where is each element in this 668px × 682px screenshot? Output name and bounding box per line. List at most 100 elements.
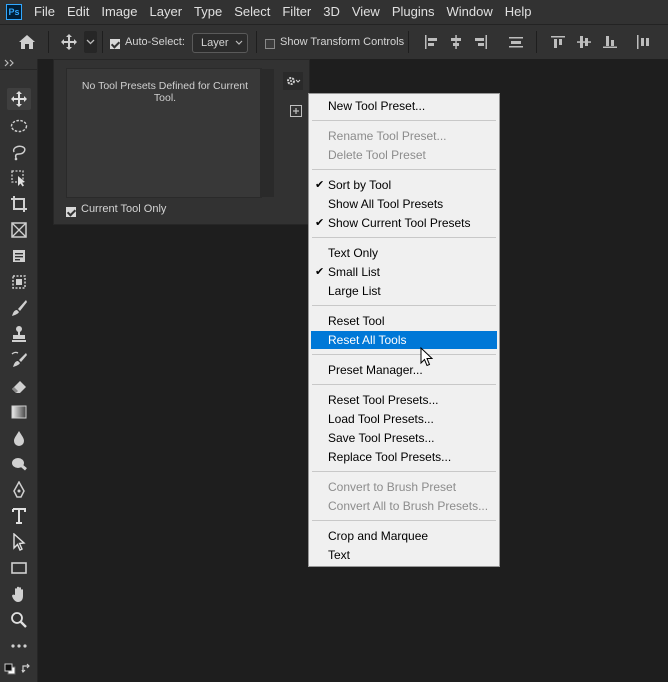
default-colors-icon[interactable] — [4, 663, 16, 678]
menu-small-list[interactable]: ✔ Small List — [311, 263, 497, 281]
tool-preset-picker[interactable] — [84, 31, 97, 53]
brush-icon[interactable] — [7, 297, 31, 319]
menu-item-label: Delete Tool Preset — [328, 148, 426, 162]
menu-help[interactable]: Help — [499, 0, 538, 24]
healing-brush-icon[interactable] — [7, 271, 31, 293]
menu-show-all-tool-presets[interactable]: Show All Tool Presets — [311, 195, 497, 213]
chevron-down-icon — [235, 40, 243, 45]
checkmark-icon: ✔ — [315, 179, 325, 191]
menu-preset-manager[interactable]: Preset Manager... — [311, 361, 497, 379]
frame-icon[interactable] — [7, 219, 31, 241]
move-tool-icon[interactable] — [7, 88, 31, 110]
path-selection-icon[interactable] — [7, 531, 31, 553]
align-center-lines-icon[interactable] — [508, 35, 524, 52]
menu-item-label: Large List — [328, 284, 381, 298]
menu-item-label: Text — [328, 548, 351, 562]
menu-item-label: Small List — [328, 265, 381, 279]
eyedropper-icon[interactable] — [7, 245, 31, 267]
menu-edit[interactable]: Edit — [61, 0, 95, 24]
preset-list-scrollbar[interactable] — [260, 69, 274, 197]
menu-type[interactable]: Type — [188, 0, 228, 24]
align-vertical-center-icon[interactable] — [577, 35, 591, 52]
lasso-icon[interactable] — [7, 141, 31, 163]
checkmark-icon: ✔ — [315, 217, 325, 229]
clone-stamp-icon[interactable] — [7, 323, 31, 345]
menu-view[interactable]: View — [346, 0, 386, 24]
menu-plugins[interactable]: Plugins — [386, 0, 441, 24]
menu-item-label: Rename Tool Preset... — [328, 129, 447, 143]
menu-new-tool-preset[interactable]: New Tool Preset... — [311, 97, 497, 115]
menu-item-label: Save Tool Presets... — [328, 431, 435, 445]
menu-file[interactable]: File — [28, 0, 61, 24]
show-transform-controls-label: Show Transform Controls — [280, 36, 405, 48]
gear-icon — [287, 77, 301, 85]
menu-reset-tool[interactable]: Reset Tool — [311, 312, 497, 330]
menu-item-label: Reset Tool — [328, 314, 385, 328]
menu-item-label: Replace Tool Presets... — [328, 450, 452, 464]
menu-bar: Ps File Edit Image Layer Type Select Fil… — [0, 0, 668, 24]
menu-reset-tool-presets[interactable]: Reset Tool Presets... — [311, 391, 497, 409]
auto-select-checkbox[interactable] — [110, 38, 120, 49]
type-icon[interactable] — [7, 505, 31, 527]
menu-reset-all-tools[interactable]: Reset All Tools — [311, 331, 497, 349]
menu-layer[interactable]: Layer — [144, 0, 189, 24]
menu-item-label: Reset All Tools — [328, 333, 407, 347]
menu-select[interactable]: Select — [228, 0, 276, 24]
zoom-icon[interactable] — [7, 609, 31, 631]
menu-large-list[interactable]: Large List — [311, 282, 497, 300]
align-left-icon[interactable] — [424, 35, 438, 52]
preset-list[interactable]: No Tool Presets Defined for Current Tool… — [66, 68, 262, 198]
show-transform-controls-checkbox[interactable] — [265, 38, 275, 49]
menu-text[interactable]: Text — [311, 546, 497, 564]
auto-select-target-dropdown[interactable]: Layer — [192, 33, 248, 53]
distribute-icon[interactable] — [637, 35, 651, 52]
crop-icon[interactable] — [7, 193, 31, 215]
tools-panel — [0, 59, 38, 682]
chevron-down-icon — [86, 39, 95, 45]
menu-item-label: Load Tool Presets... — [328, 412, 434, 426]
menu-item-label: Sort by Tool — [328, 178, 392, 192]
menu-item-label: Show Current Tool Presets — [328, 216, 471, 230]
swap-colors-icon[interactable] — [21, 663, 33, 678]
menu-replace-tool-presets[interactable]: Replace Tool Presets... — [311, 448, 497, 466]
menu-sort-by-tool[interactable]: ✔ Sort by Tool — [311, 176, 497, 194]
history-brush-icon[interactable] — [7, 349, 31, 371]
menu-3d[interactable]: 3D — [317, 0, 346, 24]
menu-image[interactable]: Image — [95, 0, 143, 24]
menu-crop-and-marquee[interactable]: Crop and Marquee — [311, 527, 497, 545]
menu-show-current-tool-presets[interactable]: ✔ Show Current Tool Presets — [311, 214, 497, 232]
home-icon[interactable] — [18, 34, 36, 53]
menu-window[interactable]: Window — [440, 0, 498, 24]
tool-presets-panel: No Tool Presets Defined for Current Tool… — [53, 59, 310, 225]
auto-select-target-value: Layer — [201, 37, 229, 49]
panel-menu-button[interactable] — [283, 72, 303, 90]
menu-filter[interactable]: Filter — [276, 0, 317, 24]
menu-save-tool-presets[interactable]: Save Tool Presets... — [311, 429, 497, 447]
eraser-icon[interactable] — [7, 375, 31, 397]
new-preset-icon[interactable] — [290, 105, 302, 120]
mouse-cursor-icon — [420, 346, 434, 370]
dodge-icon[interactable] — [7, 453, 31, 475]
move-tool-icon[interactable] — [60, 33, 78, 54]
photoshop-logo[interactable]: Ps — [6, 4, 22, 20]
pen-icon[interactable] — [7, 479, 31, 501]
elliptical-marquee-icon[interactable] — [7, 115, 31, 137]
empty-presets-message: No Tool Presets Defined for Current Tool… — [81, 80, 249, 104]
object-selection-icon[interactable] — [7, 167, 31, 189]
align-bottom-icon[interactable] — [603, 35, 617, 52]
current-tool-only-checkbox[interactable] — [66, 206, 76, 217]
more-tools-icon[interactable] — [7, 635, 31, 657]
align-top-icon[interactable] — [551, 35, 565, 52]
rectangle-icon[interactable] — [7, 557, 31, 579]
gradient-icon[interactable] — [7, 401, 31, 423]
menu-item-label: Convert All to Brush Presets... — [328, 499, 489, 513]
menu-item-label: New Tool Preset... — [328, 99, 426, 113]
align-right-icon[interactable] — [474, 35, 488, 52]
blur-drop-icon[interactable] — [7, 427, 31, 449]
menu-load-tool-presets[interactable]: Load Tool Presets... — [311, 410, 497, 428]
menu-item-label: Show All Tool Presets — [328, 197, 444, 211]
checkmark-icon: ✔ — [315, 266, 325, 278]
align-horizontal-center-icon[interactable] — [449, 35, 463, 52]
menu-text-only[interactable]: Text Only — [311, 244, 497, 262]
hand-icon[interactable] — [7, 583, 31, 605]
